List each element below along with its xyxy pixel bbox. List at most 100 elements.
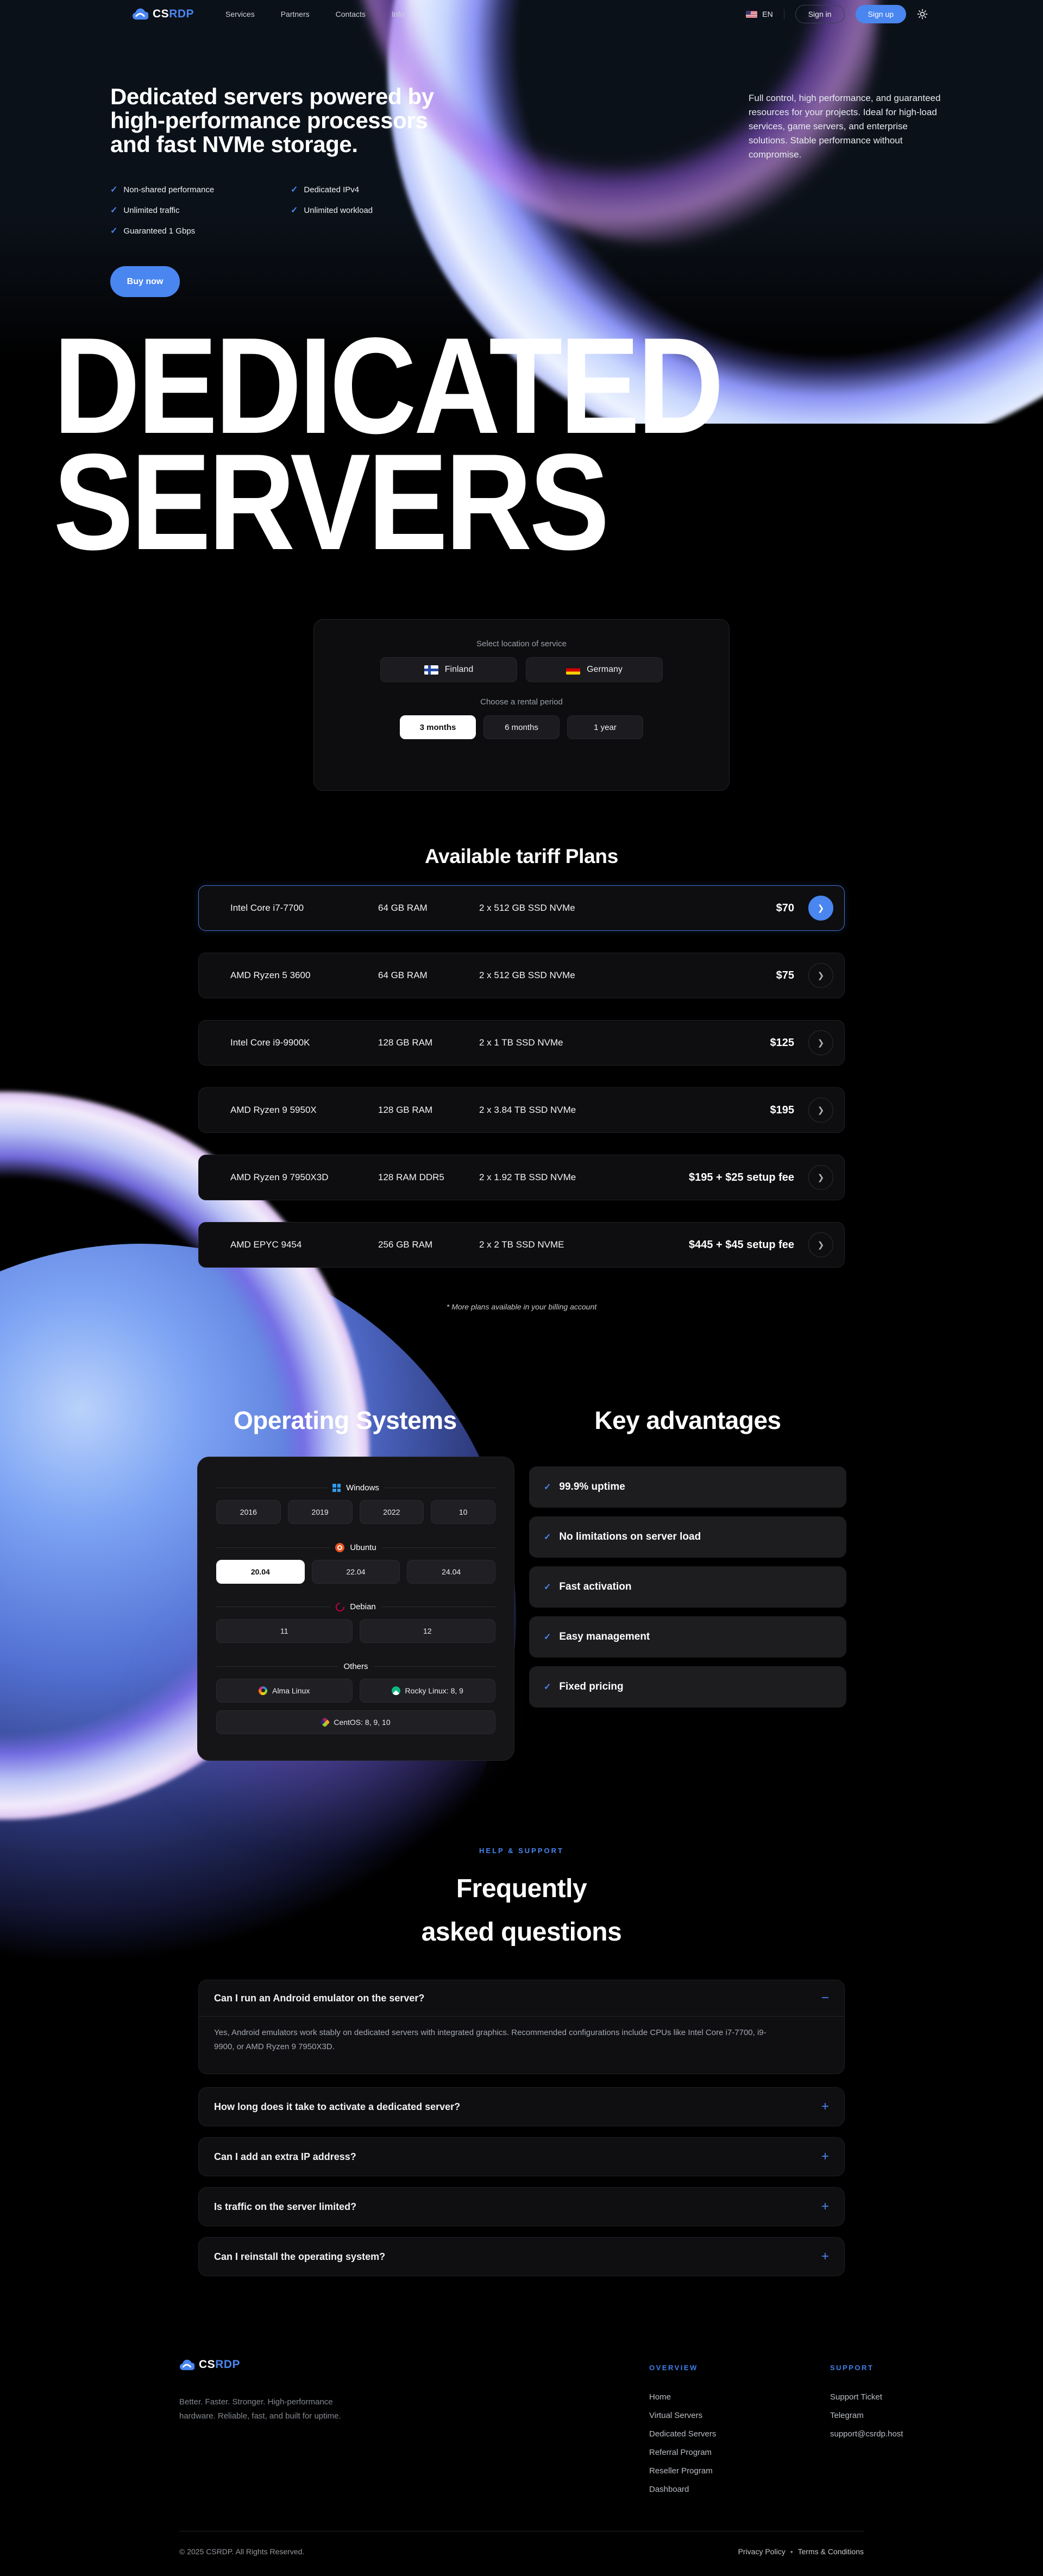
faq-question: Can I run an Android emulator on the ser… (214, 1993, 424, 2004)
nav-link-info[interactable]: Info (392, 10, 404, 18)
plan-cpu: AMD Ryzen 9 5950X (230, 1105, 378, 1116)
footer-link-support-email[interactable]: support@csrdp.host (830, 2424, 903, 2443)
brand-name: CS (153, 8, 169, 20)
os-option-windows-2019[interactable]: 2019 (288, 1500, 353, 1524)
divider (216, 1547, 330, 1548)
faq-question-row[interactable]: How long does it take to activate a dedi… (199, 2088, 844, 2126)
check-icon (544, 1482, 551, 1492)
footer-tagline: Better. Faster. Stronger. High-performan… (179, 2395, 342, 2423)
footer-brand-logo[interactable]: CSRDP (179, 2358, 240, 2371)
os-option-windows-2016[interactable]: 2016 (216, 1500, 281, 1524)
plan-cpu: Intel Core i7-7700 (230, 903, 378, 914)
footer-link-referral-program[interactable]: Referral Program (649, 2443, 716, 2461)
period-button-3-months[interactable]: 3 months (400, 715, 476, 739)
os-group-label: Ubuntu (350, 1543, 376, 1552)
faq-question-row[interactable]: Can I reinstall the operating system? (199, 2238, 844, 2276)
sign-in-button[interactable]: Sign in (795, 5, 845, 23)
os-group-debian: Debian 11 12 (216, 1602, 495, 1643)
plan-row[interactable]: AMD Ryzen 9 7950X3D 128 RAM DDR5 2 x 1.9… (198, 1155, 845, 1200)
collapse-minus-icon[interactable] (821, 1992, 829, 2005)
os-option-rocky-linux[interactable]: Rocky Linux: 8, 9 (360, 1679, 496, 1703)
plan-row[interactable]: Intel Core i7-7700 64 GB RAM 2 x 512 GB … (198, 885, 845, 931)
privacy-policy-link[interactable]: Privacy Policy (738, 2547, 786, 2556)
faq-question: How long does it take to activate a dedi… (214, 2101, 460, 2113)
feature-item: Non-shared performance (110, 179, 214, 200)
plan-arrow-button[interactable] (808, 963, 833, 988)
faq-question-row[interactable]: Is traffic on the server limited? (199, 2188, 844, 2226)
expand-plus-icon[interactable] (821, 2150, 829, 2163)
location-button-finland[interactable]: Finland (380, 657, 517, 682)
plan-arrow-button[interactable] (808, 1098, 833, 1123)
plan-row[interactable]: AMD Ryzen 9 5950X 128 GB RAM 2 x 3.84 TB… (198, 1087, 845, 1133)
footer-link-virtual-servers[interactable]: Virtual Servers (649, 2406, 716, 2424)
os-option-windows-2022[interactable]: 2022 (360, 1500, 424, 1524)
faq-eyebrow: HELP & SUPPORT (0, 1847, 1043, 1855)
nav-link-services[interactable]: Services (225, 10, 255, 18)
cloud-logo-icon (179, 2359, 194, 2371)
expand-plus-icon[interactable] (821, 2100, 829, 2113)
buy-now-button[interactable]: Buy now (110, 266, 180, 297)
faq-question-row[interactable]: Can I add an extra IP address? (199, 2138, 844, 2176)
theme-toggle-sun-icon[interactable] (917, 9, 928, 20)
os-group-windows: Windows 2016 2019 2022 10 (216, 1483, 495, 1524)
advantage-label: 99.9% uptime (559, 1481, 625, 1493)
advantages-title: Key advantages (529, 1406, 846, 1435)
terms-conditions-link[interactable]: Terms & Conditions (798, 2547, 864, 2556)
os-group-ubuntu: Ubuntu 20.04 22.04 24.04 (216, 1543, 495, 1584)
faq-item: Can I add an extra IP address? (198, 2137, 845, 2176)
plan-price: $125 (770, 1037, 795, 1049)
plan-storage: 2 x 1.92 TB SSD NVMe (479, 1172, 689, 1183)
os-option-debian-11[interactable]: 11 (216, 1619, 353, 1643)
feature-label: Guaranteed 1 Gbps (123, 226, 195, 236)
period-button-6-months[interactable]: 6 months (483, 715, 560, 739)
os-group-header: Ubuntu (216, 1543, 495, 1552)
os-option-label: CentOS: 8, 9, 10 (334, 1718, 390, 1727)
os-option-label: Alma Linux (272, 1686, 310, 1695)
plan-ram: 64 GB RAM (378, 903, 479, 914)
footer-link-dashboard[interactable]: Dashboard (649, 2480, 716, 2498)
plan-row[interactable]: AMD EPYC 9454 256 GB RAM 2 x 2 TB SSD NV… (198, 1222, 845, 1268)
plan-row[interactable]: Intel Core i9-9900K 128 GB RAM 2 x 1 TB … (198, 1020, 845, 1066)
period-button-1-year[interactable]: 1 year (567, 715, 643, 739)
os-option-windows-10[interactable]: 10 (431, 1500, 495, 1524)
advantage-card: 99.9% uptime (529, 1466, 846, 1508)
nav-link-contacts[interactable]: Contacts (336, 10, 366, 18)
footer-link-dedicated-servers[interactable]: Dedicated Servers (649, 2424, 716, 2443)
feature-item: Dedicated IPv4 (291, 179, 373, 200)
os-option-ubuntu-2204[interactable]: 22.04 (312, 1560, 400, 1584)
footer-support-title: SUPPORT (830, 2364, 874, 2372)
os-option-centos[interactable]: CentOS: 8, 9, 10 (216, 1710, 495, 1734)
brand-name: CS (199, 2358, 215, 2371)
plan-storage: 2 x 512 GB SSD NVMe (479, 903, 776, 914)
footer-link-telegram[interactable]: Telegram (830, 2406, 903, 2424)
plan-price: $195 (770, 1104, 795, 1117)
plan-arrow-button[interactable] (808, 1030, 833, 1055)
os-group-others: Others Alma Linux Rocky Linux: 8, 9 Cent… (216, 1662, 495, 1734)
plan-arrow-button[interactable] (808, 896, 833, 921)
plan-arrow-button[interactable] (808, 1165, 833, 1190)
footer-link-support-ticket[interactable]: Support Ticket (830, 2388, 903, 2406)
faq-question-row[interactable]: Can I run an Android emulator on the ser… (199, 1980, 844, 2016)
expand-plus-icon[interactable] (821, 2250, 829, 2263)
sign-up-button[interactable]: Sign up (856, 5, 906, 23)
expand-plus-icon[interactable] (821, 2200, 829, 2213)
os-option-alma-linux[interactable]: Alma Linux (216, 1679, 353, 1703)
location-button-germany[interactable]: Germany (526, 657, 663, 682)
os-option-ubuntu-2004[interactable]: 20.04 (216, 1560, 305, 1584)
os-option-debian-12[interactable]: 12 (360, 1619, 496, 1643)
period-label: Choose a rental period (480, 697, 563, 707)
nav-link-partners[interactable]: Partners (281, 10, 310, 18)
footer-link-reseller-program[interactable]: Reseller Program (649, 2461, 716, 2480)
location-options: Finland Germany (380, 657, 663, 682)
faq-item-expanded: Can I run an Android emulator on the ser… (198, 1980, 845, 2074)
hero-title-line: Dedicated servers powered by (110, 85, 434, 109)
language-selector[interactable]: EN (746, 10, 772, 18)
plan-row[interactable]: AMD Ryzen 5 3600 64 GB RAM 2 x 512 GB SS… (198, 953, 845, 998)
footer-link-home[interactable]: Home (649, 2388, 716, 2406)
plan-ram: 128 RAM DDR5 (378, 1172, 479, 1183)
plan-price: $70 (776, 902, 794, 915)
plan-arrow-button[interactable] (808, 1232, 833, 1257)
brand-logo[interactable]: CSRDP (132, 8, 194, 21)
check-icon (291, 184, 298, 195)
os-option-ubuntu-2404[interactable]: 24.04 (407, 1560, 495, 1584)
